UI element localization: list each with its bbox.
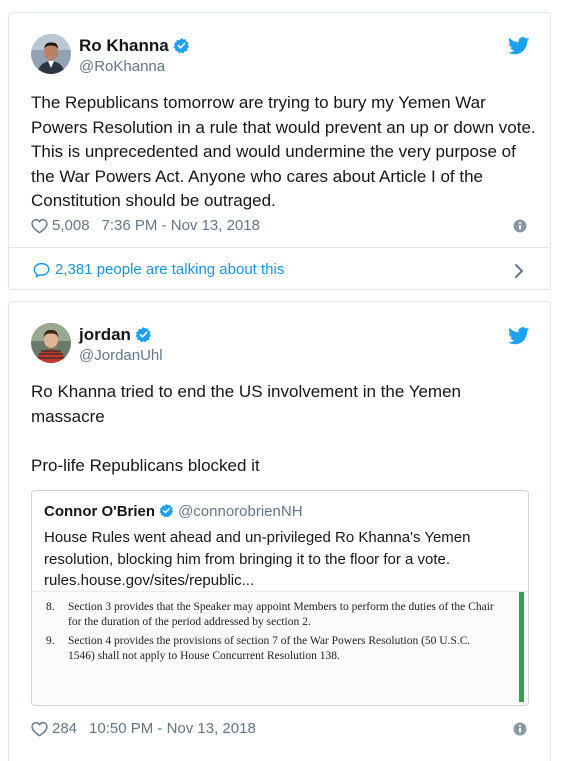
author-handle[interactable]: @JordanUhl <box>79 347 163 364</box>
like-count[interactable]: 5,008 <box>52 217 90 234</box>
author-name[interactable]: jordan <box>79 325 152 345</box>
tweet-meta: 5,008 7:36 PM - Nov 13, 2018 <box>31 217 260 234</box>
verified-badge-icon <box>159 503 174 518</box>
document-item-number: 8. <box>46 601 55 613</box>
tweet-text-line2: Pro-life Republicans blocked it <box>31 456 260 475</box>
like-count[interactable]: 284 <box>52 720 77 737</box>
heart-icon[interactable] <box>31 721 48 737</box>
timestamp[interactable]: 10:50 PM - Nov 13, 2018 <box>89 720 256 737</box>
document-item: 8. Section 3 provides that the Speaker m… <box>46 600 506 632</box>
conversation-text[interactable]: 2,381 people are talking about this <box>55 261 284 278</box>
info-icon[interactable] <box>513 722 527 736</box>
document-item-text: Section 3 provides that the Speaker may … <box>68 601 494 628</box>
quoted-author-handle[interactable]: @connorobrienNH <box>178 503 302 520</box>
tweet-card-rokhanna: Ro Khanna @RoKhanna The Republicans tomo… <box>8 12 551 290</box>
tweet-text: The Republicans tomorrow are trying to b… <box>31 93 536 210</box>
author-name[interactable]: Ro Khanna <box>79 36 190 56</box>
avatar[interactable] <box>31 34 71 74</box>
document-item-number: 9. <box>46 635 55 647</box>
document-item-text: Section 4 provides the provisions of sec… <box>68 635 471 662</box>
document-item: 9. Section 4 provides the provisions of … <box>46 634 506 682</box>
twitter-bird-icon[interactable] <box>508 37 530 55</box>
quoted-tweet[interactable]: Connor O'Brien @connorobrienNH House Rule… <box>31 490 529 706</box>
quoted-author[interactable]: Connor O'Brien @connorobrienNH <box>44 503 303 520</box>
tweet-meta: 284 10:50 PM - Nov 13, 2018 <box>31 720 256 737</box>
twitter-bird-icon[interactable] <box>508 327 530 345</box>
speech-bubble-icon <box>33 262 50 277</box>
document-highlight-bar <box>519 592 524 702</box>
timestamp[interactable]: 7:36 PM - Nov 13, 2018 <box>102 217 260 234</box>
quoted-text: House Rules went ahead and un-privileged… <box>44 527 514 592</box>
author-handle[interactable]: @RoKhanna <box>79 58 165 75</box>
quoted-author-name[interactable]: Connor O'Brien <box>44 503 155 520</box>
quoted-text-body: House Rules went ahead and un-privileged… <box>44 529 471 568</box>
verified-badge-icon <box>173 38 189 54</box>
quoted-link[interactable]: rules.house.gov/sites/republic... <box>44 570 514 592</box>
avatar[interactable] <box>31 323 71 363</box>
author-name-text[interactable]: Ro Khanna <box>79 36 169 55</box>
verified-badge-icon <box>135 327 151 343</box>
tweet-text: Ro Khanna tried to end the US involvemen… <box>31 382 462 426</box>
conversation-link[interactable]: 2,381 people are talking about this <box>33 261 284 278</box>
info-icon[interactable] <box>513 219 527 233</box>
document-image[interactable]: 8. Section 3 provides that the Speaker m… <box>32 591 528 705</box>
heart-icon[interactable] <box>31 218 48 234</box>
author-name-text[interactable]: jordan <box>79 325 131 344</box>
chevron-right-icon[interactable] <box>514 263 524 279</box>
tweet-card-jordan: jordan @JordanUhl Ro Khanna tried to end… <box>8 301 551 761</box>
divider <box>9 247 550 248</box>
